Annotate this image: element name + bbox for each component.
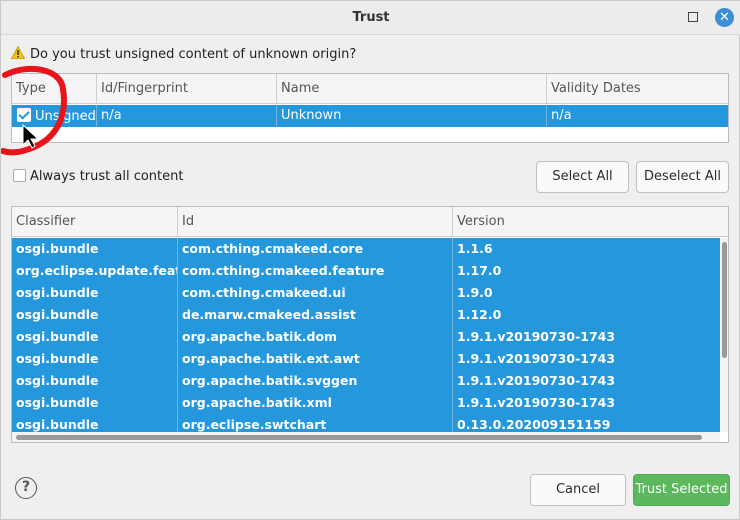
trust-question: Do you trust unsigned content of unknown… bbox=[11, 46, 356, 62]
artifact-table: Classifier Id Version osgi.bundle com.cth… bbox=[11, 206, 729, 443]
warning-icon bbox=[11, 46, 25, 59]
vertical-scrollbar[interactable] bbox=[720, 238, 728, 432]
vertical-scroll-thumb[interactable] bbox=[722, 242, 727, 358]
artifact-version-cell: 1.9.1.v20190730-1743 bbox=[457, 329, 616, 344]
signer-table: Type Id/Fingerprint Name Validity Dates … bbox=[11, 73, 729, 143]
horizontal-scroll-thumb[interactable] bbox=[16, 435, 702, 440]
mouse-cursor-icon bbox=[22, 123, 39, 149]
column-header-fingerprint[interactable]: Id/Fingerprint bbox=[97, 74, 277, 104]
close-button[interactable]: ✕ bbox=[715, 8, 734, 27]
signer-fingerprint: n/a bbox=[97, 105, 277, 127]
artifact-row[interactable]: osgi.bundle org.apache.batik.ext.awt 1.9.1… bbox=[12, 348, 720, 370]
column-header-version[interactable]: Version bbox=[453, 207, 728, 237]
close-icon: ✕ bbox=[719, 10, 730, 25]
cancel-button[interactable]: Cancel bbox=[530, 474, 626, 506]
artifact-row[interactable]: osgi.bundle org.apache.batik.svggen 1.9.1.… bbox=[12, 370, 720, 392]
maximize-button[interactable] bbox=[688, 12, 698, 22]
artifact-row[interactable]: osgi.bundle de.marw.cmakeed.assist 1.12.0 bbox=[12, 304, 720, 326]
artifact-version-cell: 1.9.1.v20190730-1743 bbox=[457, 373, 616, 388]
select-all-button[interactable]: Select All bbox=[536, 161, 629, 193]
artifact-version-cell: 1.9.1.v20190730-1743 bbox=[457, 351, 616, 366]
artifact-classifier-cell: osgi.bundle bbox=[12, 326, 178, 348]
artifact-classifier-cell: osgi.bundle bbox=[12, 238, 178, 260]
artifact-version-cell: 1.9.1.v20190730-1743 bbox=[457, 395, 616, 410]
artifact-row[interactable]: osgi.bundle com.cthing.cmakeed.ui 1.9.0 bbox=[12, 282, 720, 304]
trust-dialog: Trust ✕ Do you trust unsigned content of… bbox=[0, 0, 740, 520]
signer-row[interactable]: Unsigned n/a Unknown n/a bbox=[12, 105, 728, 127]
artifact-version-cell: 1.12.0 bbox=[457, 307, 502, 322]
artifact-id-cell: org.apache.batik.xml bbox=[178, 392, 453, 414]
column-header-classifier[interactable]: Classifier bbox=[12, 207, 178, 237]
artifact-classifier-cell: osgi.bundle bbox=[12, 370, 178, 392]
trust-question-text: Do you trust unsigned content of unknown… bbox=[30, 47, 357, 62]
artifact-version-cell: 1.17.0 bbox=[457, 263, 502, 278]
title-bar: Trust ✕ bbox=[1, 1, 740, 35]
artifact-classifier-cell: osgi.bundle bbox=[12, 282, 178, 304]
always-trust-label: Always trust all content bbox=[30, 169, 184, 184]
artifact-id-cell: org.apache.batik.ext.awt bbox=[178, 348, 453, 370]
column-header-type[interactable]: Type bbox=[12, 74, 97, 104]
column-header-id[interactable]: Id bbox=[178, 207, 453, 237]
help-button[interactable]: ? bbox=[15, 477, 37, 499]
signer-name: Unknown bbox=[277, 105, 547, 127]
signer-validity: n/a bbox=[551, 108, 572, 123]
artifact-row[interactable]: org.eclipse.update.featurecom.cthing.cma… bbox=[12, 260, 720, 282]
deselect-all-button[interactable]: Deselect All bbox=[636, 161, 729, 193]
artifact-id-cell: com.cthing.cmakeed.core bbox=[178, 238, 453, 260]
horizontal-scrollbar[interactable] bbox=[12, 432, 720, 442]
artifact-classifier-cell: osgi.bundle bbox=[12, 348, 178, 370]
artifact-id-cell: org.apache.batik.svggen bbox=[178, 370, 453, 392]
artifact-row[interactable]: osgi.bundle org.apache.batik.dom 1.9.1.v20… bbox=[12, 326, 720, 348]
artifact-id-cell: com.cthing.cmakeed.ui bbox=[178, 282, 453, 304]
artifact-classifier-cell: osgi.bundle bbox=[12, 304, 178, 326]
trust-selected-button[interactable]: Trust Selected bbox=[633, 474, 730, 506]
artifact-row[interactable]: osgi.bundle com.cthing.cmakeed.core 1.1.6 bbox=[12, 238, 720, 260]
artifact-version-cell: 1.9.0 bbox=[457, 285, 493, 300]
always-trust-option[interactable]: Always trust all content bbox=[13, 169, 183, 184]
artifact-version-cell: 1.1.6 bbox=[457, 241, 493, 256]
always-trust-checkbox[interactable] bbox=[13, 169, 26, 182]
artifact-id-cell: com.cthing.cmakeed.feature bbox=[178, 260, 453, 282]
artifact-id-cell: org.apache.batik.dom bbox=[178, 326, 453, 348]
window-title: Trust bbox=[352, 10, 390, 25]
artifact-classifier-cell: org.eclipse.update.feature bbox=[12, 260, 178, 282]
artifact-classifier-cell: osgi.bundle bbox=[12, 392, 178, 414]
column-header-name[interactable]: Name bbox=[277, 74, 547, 104]
artifact-id-cell: de.marw.cmakeed.assist bbox=[178, 304, 453, 326]
column-header-validity[interactable]: Validity Dates bbox=[547, 74, 728, 104]
signer-checkbox[interactable] bbox=[17, 108, 31, 122]
signer-type: Unsigned bbox=[35, 109, 96, 124]
artifact-row[interactable]: osgi.bundle org.apache.batik.xml 1.9.1.v20… bbox=[12, 392, 720, 414]
